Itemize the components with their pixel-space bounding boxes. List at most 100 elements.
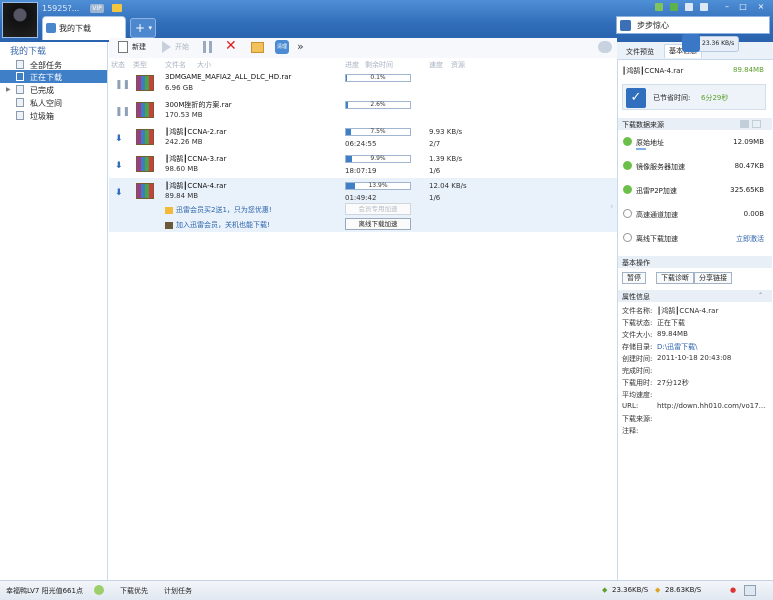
down-arrow-icon[interactable]: ⬇: [115, 134, 123, 144]
speed-icon: [682, 34, 700, 52]
task-resource: 1/6: [429, 194, 441, 202]
task-name: ┃鸿鹄┃CCNA-3.rar: [165, 155, 227, 163]
location-icon[interactable]: ●: [730, 586, 736, 594]
trash-icon: [16, 111, 24, 120]
minimize-icon[interactable]: –: [720, 2, 734, 12]
col-type[interactable]: 类型: [133, 60, 147, 70]
sidebar-item-trash[interactable]: 垃圾箱: [0, 109, 107, 122]
share-link-button[interactable]: 分享链接: [694, 272, 732, 284]
maximize-icon[interactable]: □: [736, 2, 750, 12]
down-arrow-icon[interactable]: ⬇: [115, 161, 123, 171]
list-view-icon[interactable]: [740, 120, 749, 128]
start-button[interactable]: 开始: [175, 40, 189, 54]
status-bar: 幸福鸭LV7 阳光值661点 下载优先 计划任务 ◆ 23.36KB/S ◆ 2…: [0, 580, 773, 600]
task-row[interactable]: ❚❚ 3DMGAME_MAFIA2_ALL_DLC_HD.rar 6.96 GB…: [109, 70, 617, 97]
rar-file-icon: [136, 183, 154, 199]
join-vip-link[interactable]: 加入迅雷会员，关机也能下载!: [165, 220, 270, 230]
download-speed: 23.36KB/S: [612, 586, 649, 594]
more-button[interactable]: »: [297, 40, 304, 53]
vip-accel-button[interactable]: 会员专用加速: [345, 203, 411, 215]
vip-badge[interactable]: VIP: [90, 4, 104, 13]
feedback-icon[interactable]: [685, 3, 693, 11]
col-resource[interactable]: 资源: [451, 60, 465, 70]
task-remaining: 01:49:42: [345, 194, 377, 202]
col-filename[interactable]: 文件名: [165, 60, 186, 70]
prop-key: URL:: [622, 402, 639, 410]
task-row[interactable]: ⬇ ┃鸿鹄┃CCNA-3.rar 98.60 MB 9.9% 18:07:19 …: [109, 151, 617, 178]
diagnose-button[interactable]: 下载诊断: [656, 272, 694, 284]
task-size: 242.26 MB: [165, 138, 203, 146]
prop-row: 创建时间: 2011-10-18 20:43:08: [622, 354, 731, 364]
activate-now-link[interactable]: 立即激活: [736, 234, 764, 244]
pause-icon[interactable]: ❚❚: [115, 80, 130, 90]
storage-dir-link[interactable]: D:\迅雷下载\: [657, 342, 697, 352]
grid-view-icon[interactable]: [752, 120, 761, 128]
pause-icon[interactable]: [203, 41, 206, 53]
delete-icon[interactable]: ✕: [225, 38, 237, 54]
new-tab-button[interactable]: + ▾: [130, 18, 156, 38]
col-state[interactable]: 状态: [111, 60, 125, 70]
source-label: 高速通道加速: [636, 211, 678, 219]
sidebar: [0, 42, 108, 580]
source-row-mirror: 镜像服务器加速 80.47KB: [618, 156, 772, 180]
menu-icon[interactable]: [700, 3, 708, 11]
source-value: 80.47KB: [734, 162, 764, 170]
message-icon[interactable]: [670, 3, 678, 11]
down-arrow-icon[interactable]: ⬇: [115, 188, 123, 198]
source-label: 镜像服务器加速: [636, 163, 685, 171]
speed-popup-value: 23.36 KB/s: [702, 40, 735, 47]
active-dot-icon: [623, 161, 632, 170]
col-remaining[interactable]: 剩余时间: [365, 60, 393, 70]
url-value[interactable]: http://down.hh010.com/vo17...: [657, 402, 765, 410]
user-level[interactable]: 幸福鸭LV7 阳光值661点: [6, 586, 83, 596]
tab-my-downloads[interactable]: 我的下载: [42, 16, 126, 40]
skin-icon[interactable]: [655, 3, 663, 11]
task-size: 6.96 GB: [165, 84, 194, 92]
source-row-origin: 原始地址 12.09MB: [618, 132, 772, 156]
task-row-selected[interactable]: ⬇ ┃鸿鹄┃CCNA-4.rar 89.84 MB 13.9% 01:49:42…: [109, 178, 617, 232]
search-box[interactable]: 步步惊心: [616, 16, 770, 34]
new-button[interactable]: 新建: [132, 40, 146, 54]
folder-icon[interactable]: [251, 42, 264, 53]
collapse-icon[interactable]: ⌃: [758, 292, 763, 299]
task-size: 170.53 MB: [165, 111, 203, 119]
clear-icon[interactable]: 清理: [275, 40, 289, 54]
sidebar-item-private-space[interactable]: 私人空间: [0, 96, 107, 109]
smile-icon[interactable]: [94, 585, 104, 595]
settings-icon[interactable]: [598, 41, 612, 53]
collapse-panel-icon[interactable]: ‹: [610, 202, 614, 212]
promo-text: 迅雷会员买2送1，只为您优惠!: [176, 206, 272, 214]
col-speed[interactable]: 速度: [429, 60, 443, 70]
sidebar-title: 我的下载: [10, 47, 47, 57]
scheduled-task-button[interactable]: 计划任务: [164, 586, 192, 596]
pause-icon[interactable]: ❚❚: [115, 107, 130, 117]
source-value: 325.65KB: [730, 186, 764, 194]
pause-button[interactable]: 暂停: [622, 272, 646, 284]
document-icon: [16, 60, 24, 69]
close-icon[interactable]: ×: [754, 2, 768, 12]
prop-value: 27分12秒: [657, 379, 689, 387]
selected-file-size: 89.84MB: [733, 66, 764, 74]
rar-file-icon: [136, 156, 154, 172]
offline-download-button[interactable]: 离线下载加速: [345, 218, 411, 230]
col-size[interactable]: 大小: [197, 60, 211, 70]
floating-window-icon[interactable]: [744, 585, 756, 596]
task-row[interactable]: ❚❚ 300M挫折的方案.rar 170.53 MB 2.6%: [109, 97, 617, 124]
expand-arrow-icon[interactable]: ▶: [6, 86, 11, 93]
tab-file-preview[interactable]: 文件预览: [622, 46, 658, 60]
sidebar-item-downloading[interactable]: 正在下载: [0, 70, 107, 83]
vip-promo-link[interactable]: 迅雷会员买2送1，只为您优惠!: [165, 205, 272, 215]
sidebar-item-completed[interactable]: ▶ 已完成: [0, 83, 107, 96]
mail-icon[interactable]: [112, 4, 122, 12]
search-input[interactable]: 步步惊心: [637, 20, 669, 31]
check-icon: [16, 85, 24, 94]
col-progress[interactable]: 进度: [345, 60, 359, 70]
download-first-button[interactable]: 下载优先: [120, 586, 148, 596]
progress-bar: 9.9%: [345, 155, 411, 163]
avatar[interactable]: [2, 2, 38, 38]
task-row[interactable]: ⬇ ┃鸿鹄┃CCNA-2.rar 242.26 MB 7.5% 06:24:55…: [109, 124, 617, 151]
ops-section-title: 基本操作: [618, 256, 772, 268]
sidebar-item-label: 垃圾箱: [30, 112, 54, 121]
username[interactable]: 15925?...: [42, 4, 79, 13]
task-remaining: 06:24:55: [345, 140, 377, 148]
